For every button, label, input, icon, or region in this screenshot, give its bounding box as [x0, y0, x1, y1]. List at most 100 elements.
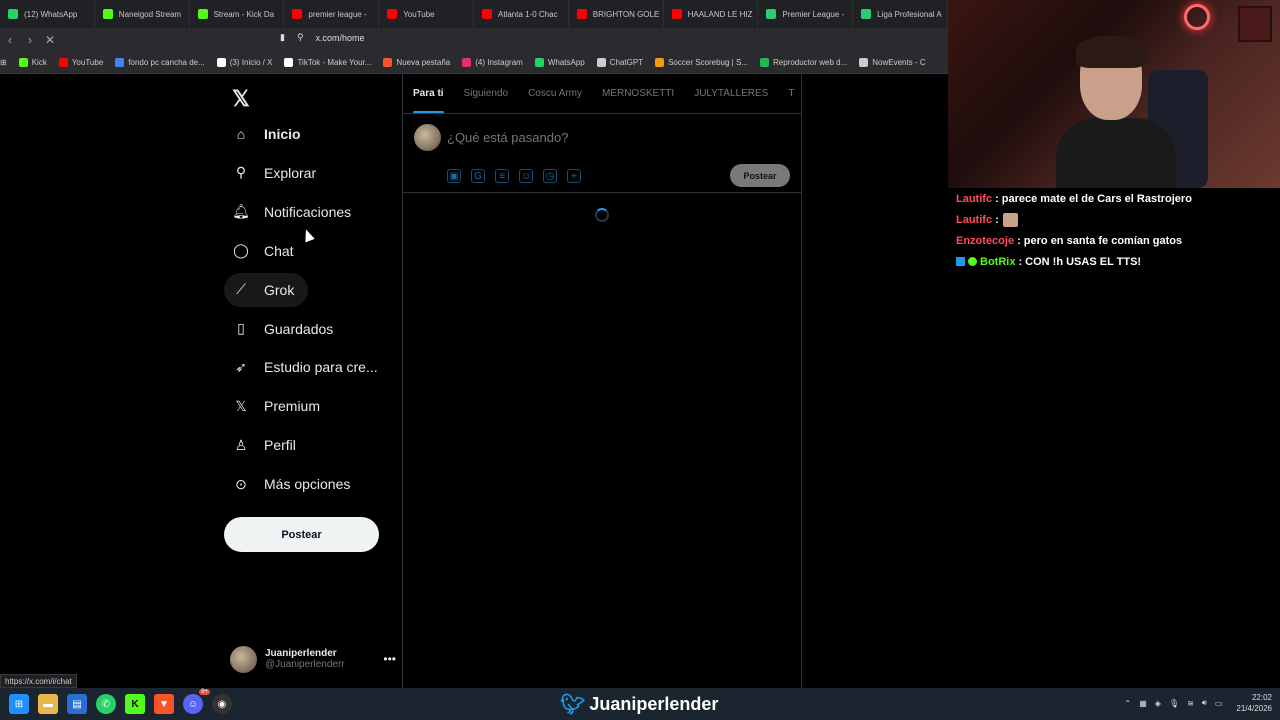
- clock[interactable]: 22:02 21/4/2026: [1236, 692, 1272, 714]
- chat-username[interactable]: Lautifc: [956, 193, 992, 205]
- wall-frame: [1238, 6, 1272, 42]
- location-icon[interactable]: ⌖: [567, 169, 581, 183]
- volume-icon[interactable]: 🔊︎: [1202, 698, 1207, 708]
- sidebar-item-inicio[interactable]: ⌂ Inicio: [224, 117, 315, 151]
- composer-post-button[interactable]: Postear: [730, 164, 790, 187]
- bookmark-icon: ▯: [237, 320, 245, 336]
- sidebar-item-label: Inicio: [264, 126, 301, 142]
- url-text: x.com/home: [315, 32, 365, 43]
- system-tray: ⌃ ▦ ◈ 🎙︎ ≋ 🔊︎ ▭ 22:02 21/4/2026: [1125, 692, 1272, 714]
- browser-tab[interactable]: Liga Profesional A: [853, 0, 948, 28]
- battery-icon[interactable]: ▭: [1215, 699, 1223, 708]
- bookmark-item[interactable]: fondo pc cancha de...: [115, 58, 205, 67]
- link-status-url: https://x.com/i/chat: [0, 674, 77, 688]
- composer-tools: ▣ G ≡ ☺ ◷ ⌖: [447, 169, 581, 183]
- windows-start-icon[interactable]: ⊞: [9, 694, 29, 714]
- sidebar-item-chat[interactable]: ◯ Chat: [224, 234, 308, 268]
- post-button[interactable]: Postear: [224, 517, 379, 552]
- bookmarks-bar: ⊞ Kick YouTube fondo pc cancha de... (3) In…: [0, 52, 948, 74]
- browser-tab[interactable]: Premier League -: [758, 0, 854, 28]
- network-icon[interactable]: ▦: [1139, 699, 1147, 708]
- bookmark-item[interactable]: Nueva pestaña: [383, 58, 450, 67]
- kick-icon[interactable]: K: [125, 694, 145, 714]
- x-logo-icon[interactable]: 𝕏: [232, 86, 250, 112]
- sidebar-item-label: Guardados: [264, 320, 334, 337]
- address-bar[interactable]: ▮ ⚲ x.com/home: [280, 32, 365, 43]
- sidebar-item-más-opciones[interactable]: ⊙ Más opciones: [224, 467, 364, 501]
- feed-tab[interactable]: Siguiendo: [454, 74, 518, 113]
- shield-icon[interactable]: ◈: [1155, 699, 1161, 708]
- sidebar-item-estudio-para-cre[interactable]: ➶ Estudio para cre...: [224, 350, 392, 384]
- bookmark-item[interactable]: ChatGPT: [596, 58, 643, 67]
- feed-tab[interactable]: JULYTALLERES: [684, 74, 778, 113]
- bookmark-item[interactable]: YouTube: [58, 58, 103, 67]
- sidebar-item-perfil[interactable]: ♙ Perfil: [224, 428, 310, 462]
- sidebar-item-grok[interactable]: ⟋ Grok: [224, 272, 309, 307]
- browser-tab[interactable]: HAALAND LE HIZ: [664, 0, 759, 28]
- browser-tab[interactable]: premier league -: [284, 0, 380, 28]
- composer-input[interactable]: ¿Qué está pasando?: [447, 130, 568, 145]
- tab-label: (12) WhatsApp: [24, 9, 78, 19]
- stop-icon[interactable]: ✕: [40, 33, 60, 47]
- favicon-icon: [766, 9, 777, 19]
- obs-icon[interactable]: ◉: [212, 694, 232, 714]
- browser-tab[interactable]: (12) WhatsApp: [0, 0, 95, 28]
- app-icon[interactable]: ▤: [67, 694, 87, 714]
- favicon-icon: [216, 58, 226, 67]
- file-explorer-icon[interactable]: ▬: [38, 694, 58, 714]
- sidebar-item-premium[interactable]: 𝕏 Premium: [224, 389, 334, 423]
- site-info-icon[interactable]: ⚲: [297, 32, 304, 43]
- apps-icon[interactable]: ⊞: [0, 58, 7, 67]
- browser-tab[interactable]: Naneigod Stream: [95, 0, 190, 28]
- bookmark-item[interactable]: Kick: [18, 58, 47, 67]
- favicon-icon: [115, 58, 125, 67]
- feed-tab[interactable]: Para ti: [403, 74, 454, 113]
- back-icon[interactable]: ‹: [0, 33, 20, 47]
- brave-icon[interactable]: ▼: [154, 694, 174, 714]
- bookmark-icon[interactable]: ▮: [280, 32, 285, 43]
- chevron-up-icon[interactable]: ⌃: [1125, 699, 1132, 708]
- chat-username[interactable]: BotRix: [980, 256, 1015, 268]
- browser-tab[interactable]: Stream - Kick Da: [190, 0, 285, 28]
- bookmark-label: (4) Instagram: [475, 58, 523, 67]
- tab-label: premier league -: [308, 9, 367, 19]
- sidebar-item-notificaciones[interactable]: 🔔︎ Notificaciones: [224, 195, 365, 229]
- gif-icon[interactable]: G: [471, 169, 485, 183]
- clock-time: 22:02: [1251, 693, 1272, 702]
- wifi-icon[interactable]: ≋: [1187, 699, 1194, 708]
- feed-tab[interactable]: MERNOSKETTI: [592, 74, 684, 113]
- bookmark-item[interactable]: Reproductor web d...: [759, 58, 847, 67]
- account-switcher[interactable]: Juaniperlender @Juaniperlenderr •••: [230, 644, 396, 674]
- feed-tab[interactable]: Coscu Army: [518, 74, 592, 113]
- schedule-icon[interactable]: ◷: [543, 169, 557, 183]
- more-dots-icon[interactable]: •••: [383, 652, 396, 666]
- browser-tab[interactable]: YouTube: [379, 0, 474, 28]
- discord-icon[interactable]: ☺ 9+: [183, 689, 210, 714]
- sidebar-item-guardados[interactable]: ▯ Guardados: [224, 312, 347, 346]
- bookmark-item[interactable]: WhatsApp: [534, 58, 585, 67]
- feed-tab[interactable]: T: [778, 74, 801, 113]
- neon-sign: [1184, 4, 1210, 30]
- bookmark-item[interactable]: (3) Inicio / X: [216, 58, 272, 67]
- bookmark-item[interactable]: (4) Instagram: [462, 58, 523, 67]
- bookmark-item[interactable]: NowEvents - C: [859, 58, 926, 67]
- favicon-icon: [197, 9, 208, 19]
- chat-username[interactable]: Lautifc: [956, 214, 992, 226]
- mic-icon[interactable]: 🎙︎: [1169, 699, 1179, 708]
- favicon-icon: [284, 58, 294, 67]
- chat-text: :: [995, 213, 999, 226]
- sidebar-item-explorar[interactable]: ⚲ Explorar: [224, 156, 330, 190]
- whatsapp-icon[interactable]: ✆: [96, 694, 116, 714]
- browser-tab[interactable]: Atlanta 1-0 Chac: [474, 0, 569, 28]
- bookmark-label: fondo pc cancha de...: [128, 58, 205, 67]
- forward-icon[interactable]: ›: [20, 33, 40, 47]
- emoji-icon[interactable]: ☺: [519, 169, 533, 183]
- browser-tab[interactable]: BRIGHTON GOLE: [569, 0, 664, 28]
- bookmark-item[interactable]: Soccer Scorebug | S...: [655, 58, 748, 67]
- bookmark-item[interactable]: TikTok - Make Your...: [284, 58, 371, 67]
- webcam-feed: [948, 0, 1280, 188]
- image-icon[interactable]: ▣: [447, 169, 461, 183]
- poll-icon[interactable]: ≡: [495, 169, 509, 183]
- chat-username[interactable]: Enzotecoje: [956, 235, 1014, 247]
- favicon-icon: [8, 9, 18, 19]
